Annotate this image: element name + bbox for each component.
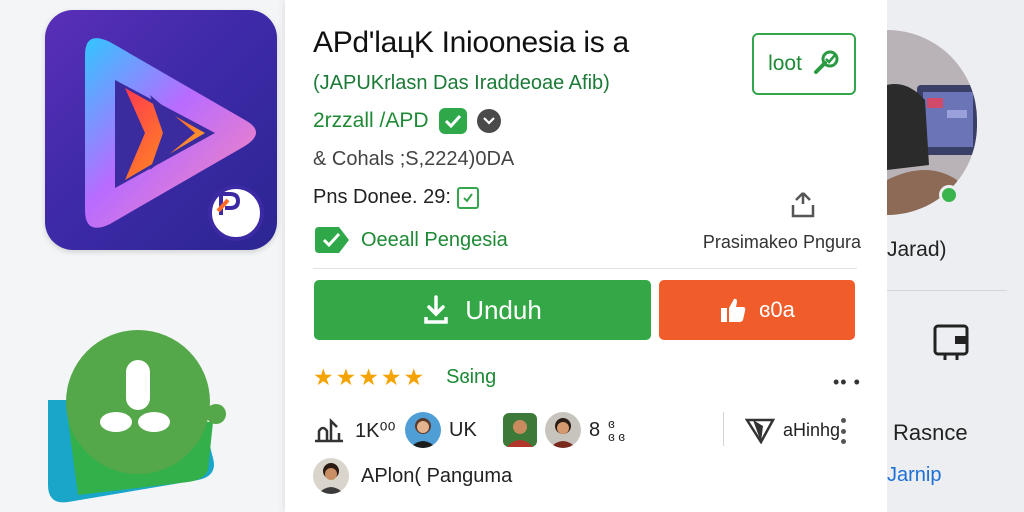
stat-item-4[interactable]: aHinhg xyxy=(745,410,840,450)
star-icon: ★ xyxy=(313,364,334,390)
loot-button[interactable]: loot xyxy=(752,33,856,95)
download-button[interactable]: Unduh xyxy=(314,280,651,340)
pengesia-row[interactable]: Oeeall Pengesia xyxy=(313,225,508,255)
avatar[interactable] xyxy=(503,413,537,447)
pengesia-label: Oeeall Pengesia xyxy=(361,228,508,251)
star-icon: ★ xyxy=(380,364,402,390)
like-label: ɞ0a xyxy=(759,297,795,322)
app-logo-icon[interactable] xyxy=(45,10,277,250)
owner-name: APlon( Panguma xyxy=(361,464,513,487)
tag-icon xyxy=(315,227,349,253)
stat-item-1: 1K⁰⁰ xyxy=(313,410,396,450)
stat-value-1: 1K⁰⁰ xyxy=(355,419,396,442)
side-panel: Jarad) Rasnce Jarnip xyxy=(887,0,1024,512)
divider xyxy=(313,268,857,269)
developer-row: 2rzzall /APD xyxy=(313,108,501,134)
stat-item-3: 8 ɞ ɞ ɞ xyxy=(503,410,625,450)
info-line-2: Pns Donee. 29: xyxy=(313,186,479,209)
avatar[interactable] xyxy=(405,412,441,448)
chevron-down-icon[interactable] xyxy=(476,109,501,133)
avatar[interactable] xyxy=(313,458,349,494)
loot-button-label: loot xyxy=(768,52,802,75)
chart-hand-icon xyxy=(315,417,343,443)
verified-icon xyxy=(438,108,467,134)
star-icon: ★ xyxy=(358,364,379,390)
info-line-1: & Cohals ;S,2224)0DA xyxy=(313,148,515,170)
window-icon[interactable] xyxy=(931,322,971,362)
like-button[interactable]: ɞ0a xyxy=(659,280,855,340)
app-icon-column xyxy=(0,0,300,512)
developer-link[interactable]: 2rzzall /APD xyxy=(313,109,429,133)
stat-item-2: UK xyxy=(405,410,477,450)
stat-sublines: ɞ ɞ ɞ xyxy=(608,416,625,444)
divider xyxy=(723,412,724,446)
stat-value-3: 8 xyxy=(589,418,601,441)
online-status-icon xyxy=(939,185,959,205)
owner-row[interactable]: APlon( Panguma xyxy=(313,458,512,494)
share-icon xyxy=(791,192,815,218)
stat-value-4: aHinhg xyxy=(783,419,841,440)
download-label: Unduh xyxy=(465,294,542,325)
profile-photo[interactable] xyxy=(887,30,977,215)
check-badge-icon xyxy=(456,186,479,209)
p-badge-icon xyxy=(208,185,264,241)
side-label: Jarad) xyxy=(887,238,947,261)
star-icon: ★ xyxy=(403,364,425,390)
star-icon: ★ xyxy=(335,364,357,390)
app-title: APd'laцK Inioonesia is a xyxy=(313,26,629,59)
download-icon xyxy=(424,295,448,324)
side-link[interactable]: Jarnip xyxy=(887,464,941,487)
avatar[interactable] xyxy=(545,412,581,448)
wrench-check-icon xyxy=(813,50,839,74)
divider xyxy=(887,290,1007,291)
rating-row: ★ ★ ★ ★ ★ Sɞing xyxy=(313,366,496,389)
thumbs-up-icon xyxy=(721,298,746,322)
side-label: Rasnce xyxy=(893,420,968,445)
app-subtitle: (JAPUKrlasn Das Iraddeoae Afib) xyxy=(313,72,610,94)
app-details-card: APd'laцK Inioonesia is a (JAPUKrlasn Das… xyxy=(285,0,887,512)
more-dots-icon[interactable]: •• • xyxy=(833,372,861,393)
share-label: Prasimakeo Pngura xyxy=(702,232,861,252)
people-row: 1K⁰⁰ UK 8 ɞ ɞ ɞ aHinhg xyxy=(313,410,863,450)
kebab-menu-icon[interactable] xyxy=(840,418,846,444)
secondary-app-icon[interactable] xyxy=(48,330,228,505)
rating-label[interactable]: Sɞing xyxy=(446,366,496,389)
stat-value-2: UK xyxy=(449,418,477,441)
send-plane-icon xyxy=(745,418,775,444)
